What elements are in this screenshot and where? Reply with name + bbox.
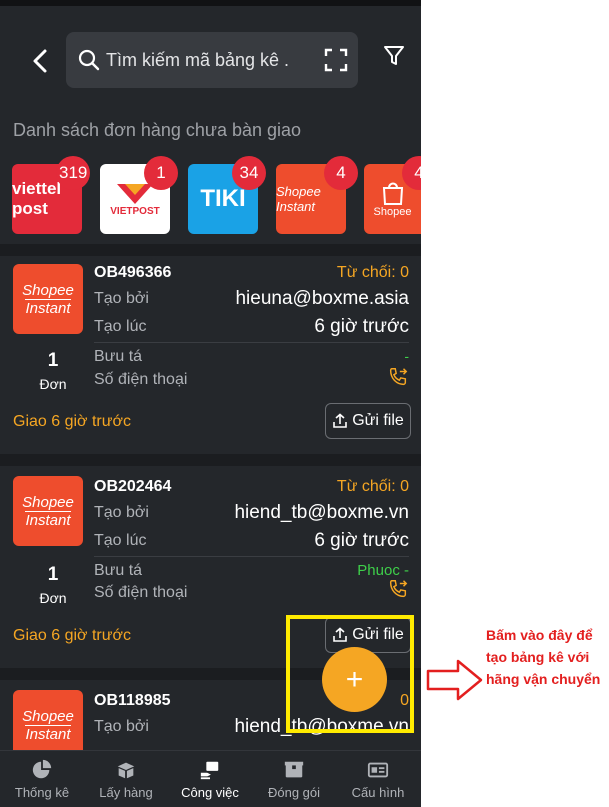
shopee-instant-logo: Shopee Instant (13, 476, 83, 546)
carrier-count-badge: 1 (144, 156, 178, 190)
chevron-left-icon (33, 49, 47, 73)
order-code: OB118985 (94, 692, 171, 709)
carrier-name: TIKI (200, 185, 246, 212)
shopee-instant-logo: Shopee Instant (13, 264, 83, 334)
nav-label: Đóng gói (267, 785, 321, 800)
divider (94, 556, 409, 557)
nav-packing[interactable]: Đóng gói (252, 751, 336, 807)
bottom-navigation: Thống kê Lấy hàng Công việc Đóng gói Cấu… (0, 750, 421, 807)
logo-text: Shopee (22, 493, 74, 511)
carrier-name: Shopee (373, 206, 412, 218)
created-by-label: Tạo bởi (94, 290, 149, 307)
order-card[interactable]: Shopee Instant OB496366 Từ chối: 0 Tạo b… (0, 256, 421, 454)
handover-icon (200, 761, 219, 780)
divider (94, 342, 409, 343)
postman-label: Bưu tá (94, 562, 143, 579)
postman-value: Phuoc - (357, 562, 409, 579)
nav-label: Công việc (181, 785, 239, 800)
shopping-bag-icon (382, 182, 403, 205)
order-unit: Đơn (39, 590, 67, 606)
nav-settings[interactable]: Cấu hình (336, 751, 420, 807)
box-open-icon (117, 762, 135, 779)
package-icon (284, 761, 304, 778)
phone-forward-icon[interactable] (387, 366, 409, 388)
created-at-value: 6 giờ trước (314, 530, 409, 551)
created-at-label: Tạo lúc (94, 318, 147, 335)
nav-statistics[interactable]: Thống kê (0, 751, 84, 807)
created-at-value: 6 giờ trước (314, 316, 409, 337)
delivery-time: Giao 6 giờ trước (13, 627, 131, 644)
nav-label: Cấu hình (351, 785, 405, 800)
logo-text: Instant (25, 510, 71, 529)
logo-text: Instant (25, 724, 71, 743)
carrier-count-badge: 4 (324, 156, 358, 190)
reject-count: Từ chối: 0 (336, 478, 409, 495)
created-by-label: Tạo bởi (94, 504, 149, 521)
order-unit: Đơn (39, 376, 67, 392)
phone-label: Số điện thoại (94, 584, 188, 601)
logo-text: Instant (25, 298, 71, 317)
card-separator (0, 454, 421, 466)
back-button[interactable] (30, 48, 52, 74)
search-bar[interactable] (66, 32, 358, 88)
delivery-time: Giao 6 giờ trước (13, 413, 131, 430)
postman-value: - (404, 348, 409, 364)
carrier-list: viettel post 319 VIETPOST 1 TIKI 34 Shop… (12, 156, 421, 234)
instruction-annotation: Bấm vào đây để tạo bảng kê với hãng vận … (486, 627, 601, 687)
phone-forward-icon[interactable] (387, 578, 409, 600)
pie-chart-icon (32, 759, 52, 779)
carrier-name: VIETPOST (110, 205, 160, 217)
created-by-value: hieuna@boxme.asia (235, 288, 409, 309)
id-card-icon (367, 762, 389, 778)
created-at-label: Tạo lúc (94, 532, 147, 549)
nav-pickup[interactable]: Lấy hàng (84, 751, 168, 807)
carrier-count-badge: 319 (56, 156, 91, 190)
scan-icon[interactable] (324, 48, 348, 72)
filter-icon[interactable] (382, 44, 406, 68)
created-by-label: Tạo bởi (94, 718, 149, 735)
reject-count: Từ chối: 0 (336, 264, 409, 281)
section-title: Danh sách đơn hàng chưa bàn giao (13, 120, 302, 140)
nav-label: Lấy hàng (99, 785, 153, 800)
logo-text: Shopee (22, 281, 74, 299)
add-statement-button[interactable]: + (322, 647, 387, 712)
order-code: OB496366 (94, 264, 172, 281)
nav-tasks[interactable]: Công việc (168, 751, 252, 807)
card-separator (0, 244, 421, 256)
arrow-right-icon (426, 659, 483, 701)
logo-text: Shopee (22, 707, 74, 725)
carrier-count-badge: 34 (232, 156, 266, 190)
order-code: OB202464 (94, 478, 172, 495)
status-bar (0, 0, 421, 6)
order-count: 1 (47, 350, 59, 371)
search-input[interactable] (106, 49, 311, 71)
send-file-button[interactable]: Gửi file (325, 403, 411, 439)
created-by-value: hiend_tb@boxme.vn (234, 502, 409, 523)
upload-icon (333, 413, 347, 428)
order-count: 1 (47, 564, 59, 585)
postman-label: Bưu tá (94, 348, 143, 365)
search-icon (78, 49, 100, 71)
app-screen: Danh sách đơn hàng chưa bàn giao viettel… (0, 0, 421, 807)
phone-label: Số điện thoại (94, 371, 188, 388)
send-file-label: Gửi file (352, 412, 404, 429)
nav-label: Thống kê (14, 785, 70, 800)
